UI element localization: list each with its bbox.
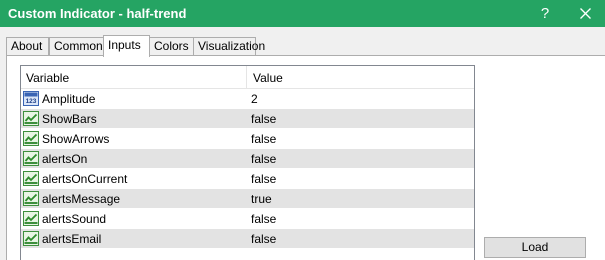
variable-value[interactable]: 2 [251,92,258,106]
variable-name: Amplitude [42,92,96,106]
integer-icon: 123 [23,91,39,106]
boolean-icon [23,231,39,246]
close-button[interactable] [567,0,603,27]
variable-name: alertsMessage [42,192,121,206]
help-button[interactable]: ? [527,0,563,27]
table-row[interactable]: alertsSound false [21,209,474,229]
inputs-list: Variable Value 123 Amplitude 2 ShowBars fals… [20,65,475,260]
table-row[interactable]: alertsOnCurrent false [21,169,474,189]
title-bar: Custom Indicator - half-trend ? [0,0,605,27]
column-header-variable[interactable]: Variable [26,71,69,85]
variable-value[interactable]: false [251,112,276,126]
variable-name: ShowBars [42,112,97,126]
variable-name: alertsOn [42,152,88,166]
window-title: Custom Indicator - half-trend [8,6,187,21]
tab-inputs[interactable]: Inputs [103,35,150,57]
table-row[interactable]: 123 Amplitude 2 [21,89,474,109]
tab-visualization[interactable]: Visualization [193,37,265,55]
close-icon [579,8,591,19]
variable-value[interactable]: true [251,192,272,206]
svg-text:123: 123 [26,98,37,105]
boolean-icon [23,191,39,206]
variable-name: alertsSound [42,212,107,226]
load-button[interactable]: Load [484,237,586,258]
table-row[interactable]: ShowBars false [21,109,474,129]
list-header: Variable Value [21,66,474,89]
column-header-value[interactable]: Value [253,71,283,85]
boolean-icon [23,211,39,226]
table-row[interactable]: ShowArrows false [21,129,474,149]
tab-about[interactable]: About [6,37,49,55]
table-row[interactable]: alertsMessage true [21,189,474,209]
column-divider[interactable] [246,66,247,88]
boolean-icon [23,111,39,126]
boolean-icon [23,131,39,146]
boolean-icon [23,171,39,186]
boolean-icon [23,151,39,166]
variable-name: alertsOnCurrent [42,172,128,186]
variable-value[interactable]: false [251,152,276,166]
table-row[interactable]: alertsEmail false [21,229,474,249]
table-row[interactable]: alertsOn false [21,149,474,169]
tab-colors[interactable]: Colors [149,37,194,55]
variable-value[interactable]: false [251,172,276,186]
tab-common[interactable]: Common [49,37,104,55]
variable-value[interactable]: false [251,132,276,146]
variable-value[interactable]: false [251,232,276,246]
variable-name: alertsEmail [42,232,102,246]
variable-value[interactable]: false [251,212,276,226]
variable-name: ShowArrows [42,132,110,146]
